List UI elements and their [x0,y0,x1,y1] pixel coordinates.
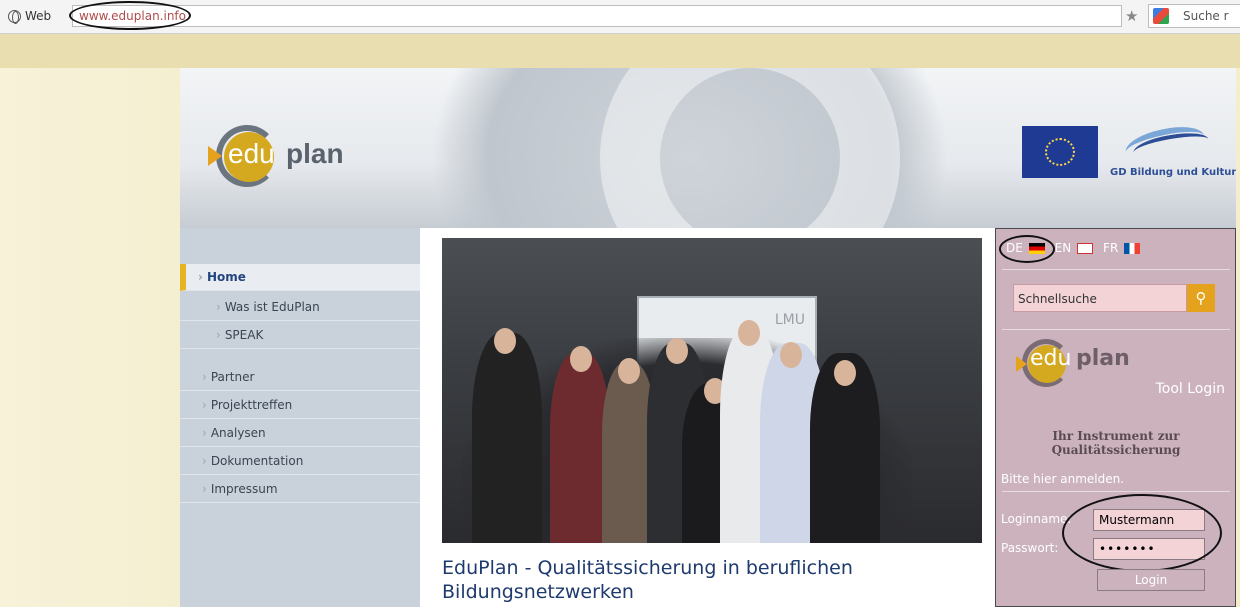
nav-item-home[interactable]: › Home [180,264,420,291]
nav-label: Home [206,270,246,284]
lang-fr[interactable]: FR [1103,241,1141,255]
nav-item-dokumentation[interactable]: › Dokumentation [180,448,420,475]
french-flag-icon [1124,243,1141,254]
nav-label: Projekttreffen [210,398,293,412]
panel-eduplan-logo: edu plan [1016,334,1146,394]
nav-item-analysen[interactable]: › Analysen [180,420,420,447]
group-photo: LMU [442,238,982,543]
search-icon[interactable]: ⚲ [1187,284,1215,312]
site-header: edu plan GD Bildung und Kultur [180,68,1236,228]
site-info[interactable]: Web [8,9,52,24]
chevron-right-icon: › [202,426,207,440]
uk-flag-icon [1077,243,1094,254]
browser-search-box[interactable]: Suche r [1148,4,1240,28]
gd-caption: GD Bildung und Kultur [1110,167,1236,178]
article-title: EduPlan - Qualitätssicherung in beruflic… [442,557,853,603]
highlight-oval-login [1062,494,1222,572]
nav-label: SPEAK [224,328,264,342]
nav-label: Impressum [210,482,278,496]
nav-item-impressum[interactable]: › Impressum [180,476,420,503]
site-container: edu plan GD Bildung und Kultur › Home › … [180,68,1236,607]
eduplan-logo[interactable]: edu plan [202,120,382,190]
tool-login-heading: Tool Login [1155,381,1225,397]
chevron-right-icon: › [216,328,221,342]
globe-icon [8,9,21,24]
nav-label: Was ist EduPlan [224,300,320,314]
logo-text-plan: plan [286,138,344,169]
chevron-right-icon: › [216,300,221,314]
login-hint: Bitte hier anmelden. [1001,472,1125,486]
quicksearch-input[interactable]: Schnellsuche [1013,284,1187,312]
password-label: Passwort: [1001,541,1059,555]
chevron-right-icon: › [202,454,207,468]
address-bar[interactable]: www.eduplan.info [69,1,1122,30]
nav-item-was-ist-eduplan[interactable]: › Was ist EduPlan [180,294,420,321]
login-panel: DE EN FR Schnellsuche ⚲ edu plan Tool Lo… [995,228,1236,607]
eu-flag-icon [1022,126,1098,178]
lang-en[interactable]: EN [1055,241,1094,255]
highlight-oval-language [999,235,1055,263]
instrument-text: Ihr Instrument zur Qualitätssicherung [1051,429,1181,457]
browser-search-placeholder: Suche r [1183,9,1229,23]
nav-label: Partner [210,370,255,384]
logo-text-edu: edu [228,138,275,169]
chevron-right-icon: › [202,482,207,496]
bookmark-star-icon[interactable]: ★ [1125,7,1138,25]
nav-item-speak[interactable]: › SPEAK [180,322,420,349]
browser-toolbar: Web www.eduplan.info ★ Suche r [0,0,1240,34]
page-top-strip [0,34,1240,68]
nav-item-partner[interactable]: › Partner [180,364,420,391]
web-label: Web [25,9,52,23]
highlight-oval-url [69,1,191,30]
chevron-right-icon: › [202,370,207,384]
chevron-right-icon: › [202,398,207,412]
loginname-label: Loginname: [1001,512,1072,526]
nav-label: Dokumentation [210,454,304,468]
login-button[interactable]: Login [1097,569,1205,591]
nav-label: Analysen [210,426,266,440]
nav-item-projekttreffen[interactable]: › Projekttreffen [180,392,420,419]
google-icon [1153,8,1169,24]
chevron-right-icon: › [198,270,203,284]
gd-bildung-logo: GD Bildung und Kultur [1105,121,1236,183]
sidebar-nav: › Home › Was ist EduPlan › SPEAK › Partn… [180,228,420,607]
